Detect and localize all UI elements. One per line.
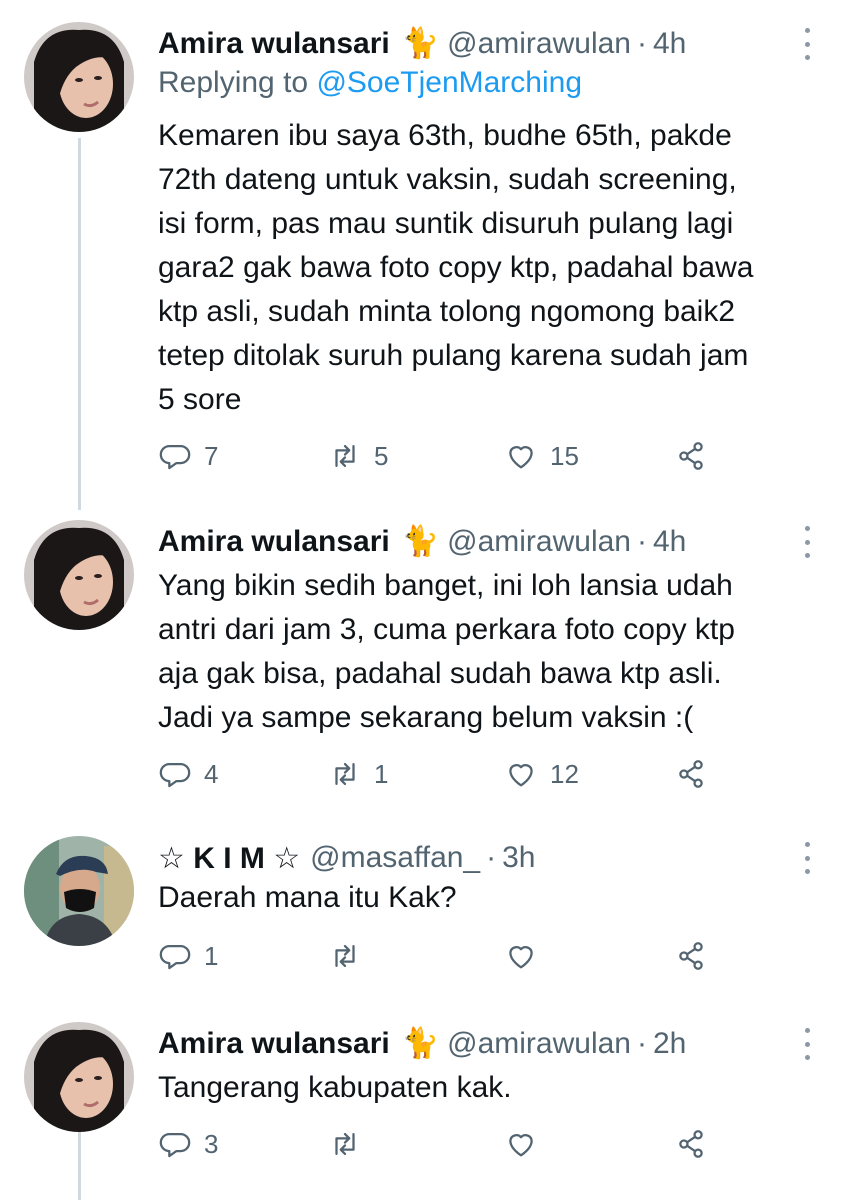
replying-mention-link[interactable]: @SoeTjenMarching [316, 66, 582, 99]
more-options-icon[interactable] [803, 842, 811, 874]
retweet-button[interactable]: 5 [328, 436, 388, 476]
tweet-text: Tangerang kabupaten kak. [158, 1071, 512, 1104]
tweet-actions: 4 1 12 [158, 754, 718, 794]
like-count: 12 [550, 758, 579, 789]
heart-icon [509, 1134, 533, 1157]
display-name[interactable]: Amira wulansari [158, 525, 390, 559]
tweet-text: Daerah mana itu Kak? [158, 881, 457, 914]
display-name[interactable]: Amira wulansari [158, 27, 390, 61]
retweet-button[interactable]: 1 [328, 754, 388, 794]
tweet-text: Yang bikin sedih banget, ini loh lansia … [158, 569, 735, 734]
like-button[interactable]: 15 [504, 436, 579, 476]
like-button[interactable]: 12 [504, 754, 579, 794]
display-name[interactable]: ☆ K I M ☆ [158, 841, 300, 876]
more-options-icon[interactable] [803, 526, 811, 558]
share-button[interactable] [674, 1124, 708, 1164]
tweet-header: Amira wulansari 🐈 @amirawulan · 4h [158, 520, 686, 564]
cat-emoji: 🐈 [401, 525, 440, 558]
like-count: 15 [550, 440, 579, 471]
separator-dot: · [636, 27, 647, 60]
reply-icon [159, 944, 191, 970]
reply-button[interactable]: 3 [158, 1124, 218, 1164]
share-icon [679, 1130, 703, 1158]
user-handle[interactable]: @amirawulan [447, 1027, 631, 1061]
user-handle[interactable]: @amirawulan [447, 27, 631, 61]
tweet[interactable]: Amira wulansari 🐈 @amirawulan · 4h Yang … [0, 520, 847, 810]
tweet-actions: 1 [158, 936, 718, 976]
heart-icon [509, 446, 533, 469]
cat-emoji: 🐈 [401, 1027, 440, 1060]
avatar-image [24, 22, 134, 132]
more-options-icon[interactable] [803, 28, 811, 60]
cat-emoji: 🐈 [401, 27, 440, 60]
retweet-button[interactable] [328, 1124, 362, 1164]
reply-button[interactable]: 1 [158, 936, 218, 976]
like-button[interactable] [504, 1124, 538, 1164]
tweet-actions: 3 [158, 1124, 718, 1164]
reply-count: 4 [204, 758, 219, 789]
tweet-header: Amira wulansari 🐈 @amirawulan · 4h [158, 22, 686, 66]
tweet[interactable]: Amira wulansari 🐈 @amirawulan · 4h Reply… [0, 22, 847, 502]
heart-icon [509, 946, 533, 969]
avatar-image [24, 1022, 134, 1132]
retweet-count: 5 [374, 440, 389, 471]
reply-count: 7 [204, 440, 219, 471]
separator-dot: · [636, 525, 647, 558]
avatar[interactable] [24, 520, 134, 630]
more-options-icon[interactable] [803, 1028, 811, 1060]
tweet-text: Kemaren ibu saya 63th, budhe 65th, pakde… [158, 119, 754, 416]
separator-dot: · [636, 1027, 647, 1060]
share-icon [679, 760, 703, 788]
reply-count: 1 [204, 940, 219, 971]
reply-count: 3 [204, 1128, 219, 1159]
avatar-image [24, 520, 134, 630]
tweet-header: Amira wulansari 🐈 @amirawulan · 2h [158, 1022, 686, 1066]
replying-to: Replying to @SoeTjenMarching [158, 66, 582, 100]
replying-prefix: Replying to [158, 66, 309, 99]
timestamp[interactable]: 2h [653, 1027, 686, 1061]
display-name[interactable]: Amira wulansari [158, 1027, 390, 1061]
avatar-image [24, 836, 134, 946]
retweet-icon [335, 444, 355, 468]
timestamp[interactable]: 4h [653, 27, 686, 61]
retweet-icon [335, 944, 355, 968]
timestamp[interactable]: 4h [653, 525, 686, 559]
share-button[interactable] [674, 436, 708, 476]
tweet[interactable]: Amira wulansari 🐈 @amirawulan · 2h Tange… [0, 1022, 847, 1192]
heart-icon [509, 764, 533, 787]
retweet-button[interactable] [328, 936, 362, 976]
tweet-header: ☆ K I M ☆ @masaffan_ · 3h [158, 836, 536, 880]
retweet-count: 1 [374, 758, 389, 789]
share-button[interactable] [674, 936, 708, 976]
tweet[interactable]: ☆ K I M ☆ @masaffan_ · 3h Daerah mana it… [0, 836, 847, 986]
share-icon [679, 942, 703, 970]
reply-button[interactable]: 7 [158, 436, 218, 476]
reply-icon [159, 444, 191, 470]
avatar[interactable] [24, 836, 134, 946]
avatar[interactable] [24, 22, 134, 132]
user-handle[interactable]: @masaffan_ [310, 841, 480, 875]
timestamp[interactable]: 3h [502, 841, 535, 875]
retweet-icon [335, 1132, 355, 1156]
reply-icon [159, 762, 191, 788]
share-icon [679, 442, 703, 470]
separator-dot: · [486, 841, 497, 874]
tweet-actions: 7 5 15 [158, 436, 718, 476]
like-button[interactable] [504, 936, 538, 976]
reply-button[interactable]: 4 [158, 754, 218, 794]
retweet-icon [335, 762, 355, 786]
user-handle[interactable]: @amirawulan [447, 525, 631, 559]
share-button[interactable] [674, 754, 708, 794]
reply-icon [159, 1132, 191, 1158]
avatar[interactable] [24, 1022, 134, 1132]
